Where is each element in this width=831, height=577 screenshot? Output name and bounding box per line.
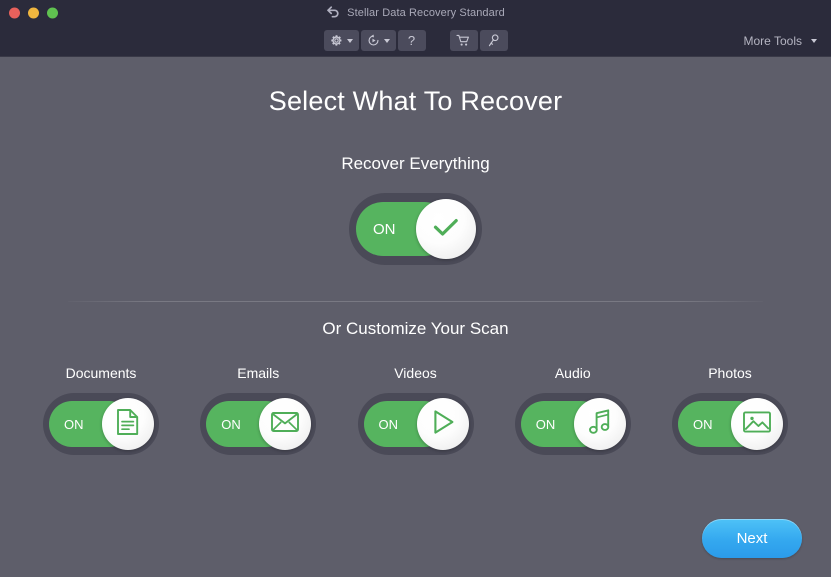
shopping-cart-icon bbox=[456, 34, 471, 47]
envelope-icon bbox=[270, 410, 300, 439]
customize-scan-heading: Or Customize Your Scan bbox=[322, 319, 509, 338]
app-window: Stellar Data Recovery Standard ? More To… bbox=[0, 0, 831, 577]
toolbar: ? More Tools bbox=[0, 25, 831, 57]
document-icon bbox=[115, 408, 141, 441]
help-button[interactable]: ? bbox=[397, 30, 426, 51]
next-button[interactable]: Next bbox=[702, 519, 802, 558]
photo-icon bbox=[742, 409, 772, 440]
back-arrow-icon bbox=[326, 6, 340, 19]
toggle-state-label: ON bbox=[64, 416, 84, 432]
resume-scan-icon bbox=[367, 34, 380, 47]
category-photos: Photos ON bbox=[671, 365, 789, 455]
window-controls bbox=[9, 7, 58, 18]
photos-toggle[interactable]: ON bbox=[672, 393, 788, 455]
emails-toggle[interactable]: ON bbox=[200, 393, 317, 455]
section-divider bbox=[68, 301, 763, 302]
settings-button[interactable] bbox=[323, 30, 359, 51]
category-videos: Videos ON bbox=[357, 365, 475, 455]
toggle-knob bbox=[416, 199, 476, 259]
zoom-window-button[interactable] bbox=[47, 7, 58, 18]
toggle-state-label: ON bbox=[373, 220, 396, 238]
key-icon bbox=[487, 33, 500, 48]
master-toggle-wrapper: ON bbox=[0, 193, 831, 265]
music-note-icon bbox=[587, 408, 613, 441]
category-label: Documents bbox=[65, 365, 137, 381]
window-title: Stellar Data Recovery Standard bbox=[347, 6, 505, 19]
category-audio: Audio ON bbox=[514, 365, 632, 455]
toggle-state-label: ON bbox=[221, 416, 241, 432]
main-content: Select What To Recover Recover Everythin… bbox=[0, 57, 831, 577]
buy-now-button[interactable] bbox=[449, 30, 478, 51]
toolbar-group-left: ? bbox=[323, 30, 426, 51]
category-label: Videos bbox=[394, 365, 437, 381]
chevron-down-icon bbox=[346, 38, 353, 43]
page-title: Select What To Recover bbox=[268, 86, 563, 116]
question-mark-icon: ? bbox=[407, 33, 416, 48]
audio-toggle[interactable]: ON bbox=[514, 393, 631, 455]
toggle-knob bbox=[102, 398, 154, 450]
title-bar: Stellar Data Recovery Standard bbox=[0, 0, 831, 25]
more-tools-menu[interactable]: More Tools bbox=[744, 34, 817, 48]
category-label: Emails bbox=[237, 365, 280, 381]
category-toggle-row: Documents ON Emails ON Videos ON Audio O… bbox=[0, 365, 831, 455]
toolbar-group-right bbox=[449, 30, 508, 51]
activate-button[interactable] bbox=[479, 30, 508, 51]
recover-everything-heading: Recover Everything bbox=[341, 154, 490, 173]
gear-icon bbox=[330, 34, 343, 47]
toggle-state-label: ON bbox=[378, 416, 399, 432]
category-label: Photos bbox=[708, 365, 752, 381]
category-emails: Emails ON bbox=[199, 365, 317, 455]
toggle-knob bbox=[416, 398, 469, 450]
toggle-knob bbox=[731, 398, 783, 450]
chevron-down-icon bbox=[383, 38, 390, 43]
toggle-state-label: ON bbox=[693, 416, 713, 432]
recover-everything-toggle[interactable]: ON bbox=[349, 193, 482, 265]
toggle-state-label: ON bbox=[535, 416, 556, 432]
resume-scan-button[interactable] bbox=[360, 30, 396, 51]
toggle-knob bbox=[259, 398, 312, 450]
close-window-button[interactable] bbox=[9, 7, 20, 18]
minimize-window-button[interactable] bbox=[28, 7, 39, 18]
play-icon bbox=[429, 408, 457, 441]
toggle-knob bbox=[573, 398, 626, 450]
documents-toggle[interactable]: ON bbox=[43, 393, 159, 455]
videos-toggle[interactable]: ON bbox=[357, 393, 474, 455]
title-bar-center: Stellar Data Recovery Standard bbox=[0, 6, 831, 19]
check-icon bbox=[432, 216, 460, 243]
chevron-down-icon bbox=[811, 38, 817, 43]
category-label: Audio bbox=[554, 365, 591, 381]
more-tools-label: More Tools bbox=[743, 33, 802, 48]
category-documents: Documents ON bbox=[42, 365, 160, 455]
